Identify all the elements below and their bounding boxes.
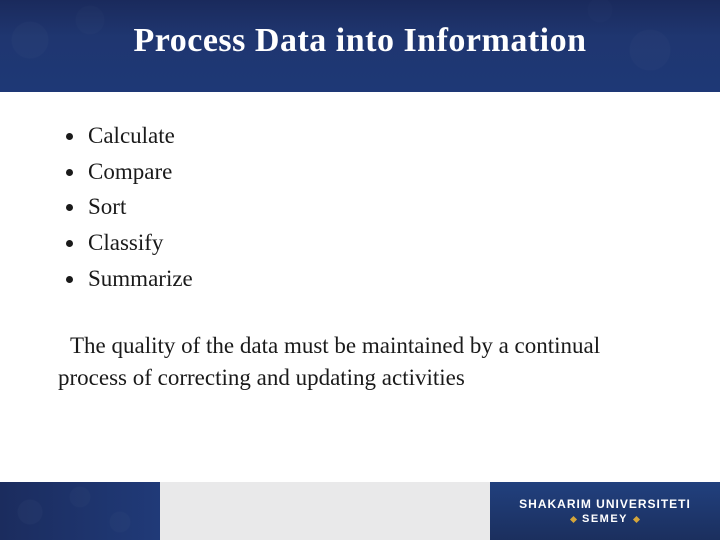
diamond-icon [570, 515, 577, 522]
slide-title: Process Data into Information [0, 22, 720, 60]
diamond-icon [633, 515, 640, 522]
footer-pattern-left [0, 482, 160, 540]
footer-mid [160, 482, 490, 540]
slide: Process Data into Information Calculate … [0, 0, 720, 540]
footer-band: SHAKARIM UNIVERSITETI SEMEY [0, 482, 720, 540]
list-item: Calculate [86, 118, 668, 154]
bullet-list: Calculate Compare Sort Classify Summariz… [58, 118, 668, 296]
list-item: Summarize [86, 261, 668, 297]
university-city-label: SEMEY [582, 513, 628, 525]
list-item: Compare [86, 154, 668, 190]
list-item: Classify [86, 225, 668, 261]
list-item: Sort [86, 189, 668, 225]
footer-logo-block: SHAKARIM UNIVERSITETI SEMEY [490, 482, 720, 540]
body-paragraph: The quality of the data must be maintain… [58, 330, 668, 394]
university-city: SEMEY [571, 513, 639, 525]
header-band: Process Data into Information [0, 0, 720, 92]
university-name: SHAKARIM UNIVERSITETI [519, 497, 691, 511]
content-area: Calculate Compare Sort Classify Summariz… [58, 118, 668, 395]
